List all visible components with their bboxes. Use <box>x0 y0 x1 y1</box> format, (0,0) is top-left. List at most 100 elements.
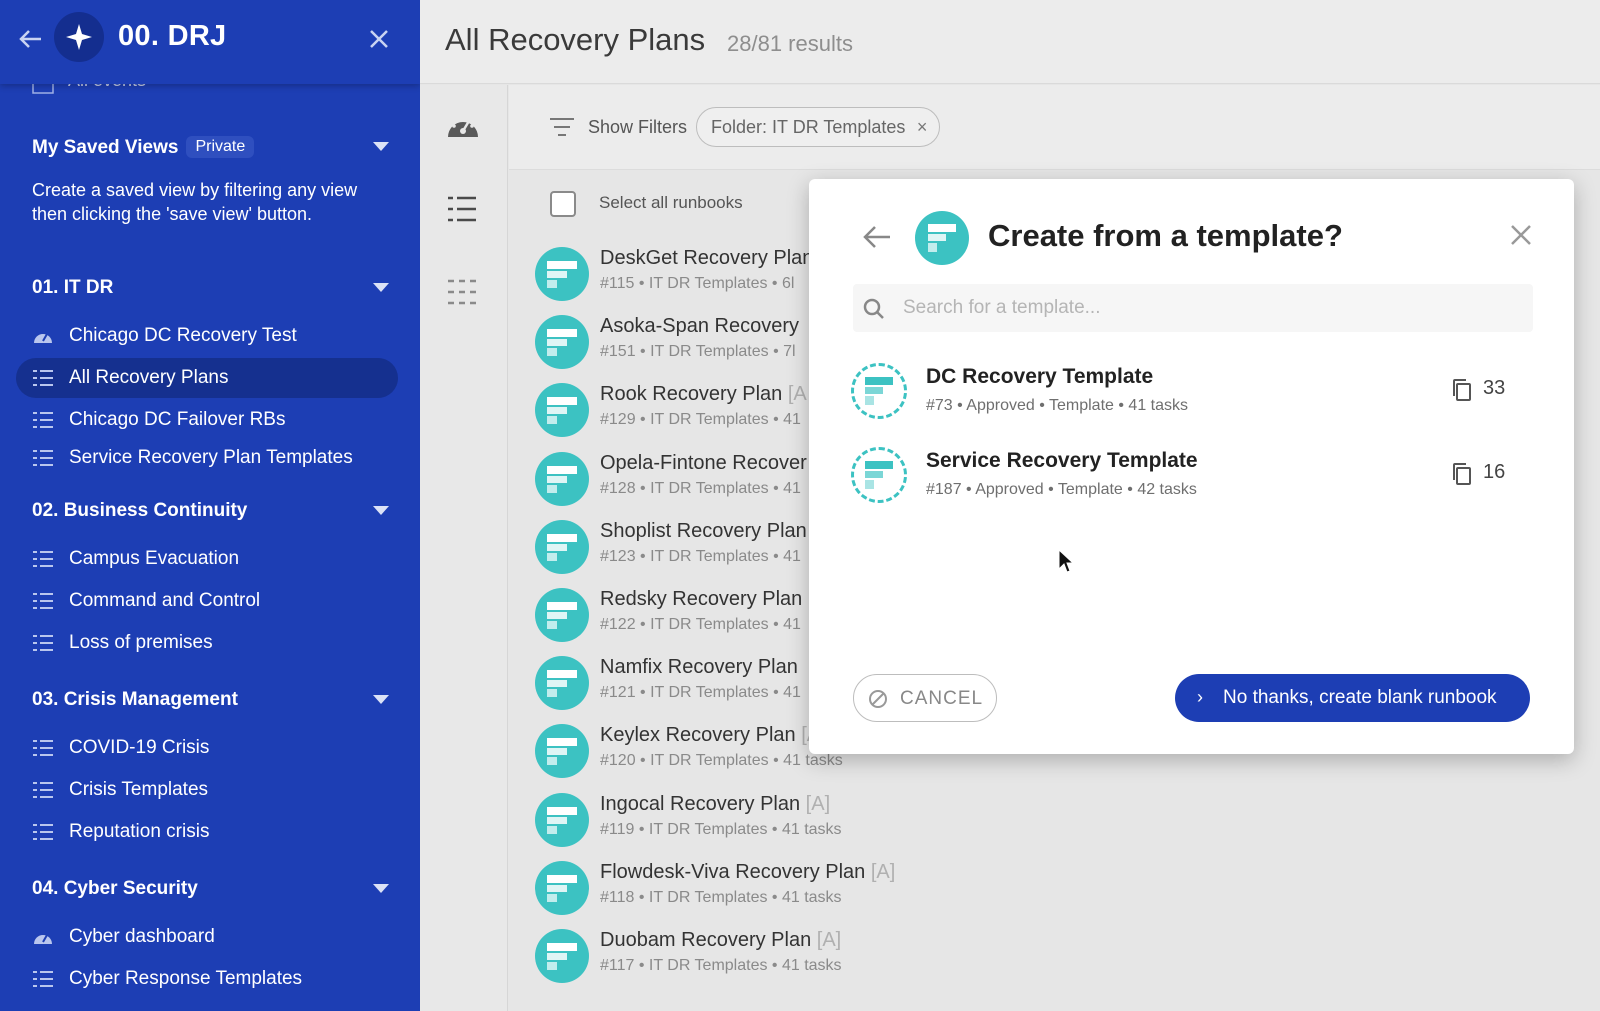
dashboard-icon <box>34 934 52 944</box>
back-arrow-icon[interactable] <box>861 221 893 253</box>
runbook-icon <box>865 377 893 405</box>
runbook-row[interactable]: Duobam Recovery Plan [A] #117 • IT DR Tem… <box>535 925 1235 991</box>
template-copy-count: 33 <box>1451 371 1521 407</box>
section-title-business-continuity[interactable]: 02. Business Continuity <box>32 500 247 522</box>
runbook-title: DeskGet Recovery Plan <box>600 247 814 269</box>
list-icon <box>33 971 53 987</box>
runbook-title: Namfix Recovery Plan <box>600 656 798 678</box>
section-title-cyber-security[interactable]: 04. Cyber Security <box>32 878 198 900</box>
create-blank-runbook-button[interactable]: › No thanks, create blank runbook <box>1175 674 1530 722</box>
compass-icon <box>66 24 92 50</box>
grid-view-icon[interactable] <box>446 276 478 308</box>
sidebar-item-all-recovery-plans[interactable]: All Recovery Plans <box>16 358 398 398</box>
view-switcher-rail <box>420 85 508 1011</box>
template-item-dc-recovery[interactable]: DC Recovery Template #73 • Approved • Te… <box>851 359 1541 431</box>
sidebar-item-loss-of-premises[interactable]: Loss of premises <box>16 623 398 663</box>
close-icon[interactable] <box>1509 223 1533 247</box>
runbook-avatar <box>535 247 589 301</box>
sidebar-item-label: Chicago DC Recovery Test <box>69 325 297 346</box>
sidebar-item-label: Service Recovery Plan Templates <box>69 447 353 468</box>
runbook-name: Redsky Recovery Plan <box>600 588 802 611</box>
runbook-avatar <box>535 861 589 915</box>
sidebar-item-cyber-response-templates[interactable]: Cyber Response Templates <box>16 959 398 999</box>
list-icon <box>33 635 53 651</box>
sidebar-item-reputation-crisis[interactable]: Reputation crisis <box>16 812 398 852</box>
chip-label: Folder: IT DR Templates <box>711 117 906 137</box>
back-arrow-icon[interactable] <box>16 24 46 54</box>
workspace-logo[interactable] <box>54 12 104 62</box>
show-filters-button[interactable]: Show Filters <box>588 117 687 138</box>
runbook-icon <box>928 224 956 252</box>
runbook-name: Opela-Fintone Recover <box>600 452 807 475</box>
section-title-crisis-management[interactable]: 03. Crisis Management <box>32 689 238 711</box>
list-view-icon[interactable] <box>446 193 478 225</box>
dashboard-view-icon[interactable] <box>446 111 480 141</box>
runbook-tag: [A] <box>870 861 896 883</box>
sidebar-header: 00. DRJ <box>0 0 420 84</box>
runbook-avatar <box>535 656 589 710</box>
sidebar-item-covid-19-crisis[interactable]: COVID-19 Crisis <box>16 728 398 768</box>
sidebar-item-chicago-dc-failover-rbs[interactable]: Chicago DC Failover RBs <box>16 400 398 440</box>
runbook-name: Asoka-Span Recovery <box>600 315 799 338</box>
chevron-down-icon[interactable] <box>373 884 389 893</box>
runbook-title: Shoplist Recovery Plan <box>600 520 807 542</box>
runbook-meta: #128 • IT DR Templates • 41 <box>600 480 801 497</box>
select-all-checkbox[interactable] <box>550 191 576 217</box>
list-icon <box>33 370 53 386</box>
sidebar-item-cyber-dashboard[interactable]: Cyber dashboard <box>16 917 398 957</box>
chevron-down-icon[interactable] <box>373 283 389 292</box>
chevron-down-icon[interactable] <box>373 695 389 704</box>
runbook-row[interactable]: Ingocal Recovery Plan [A] #119 • IT DR Te… <box>535 789 1235 855</box>
runbook-row[interactable]: Flowdesk-Viva Recovery Plan [A] #118 • IT… <box>535 857 1235 923</box>
list-icon <box>33 740 53 756</box>
private-badge: Private <box>186 136 255 158</box>
select-all-label: Select all runbooks <box>599 193 743 212</box>
runbook-avatar <box>535 793 589 847</box>
runbook-icon <box>547 943 577 970</box>
chevron-right-icon: › <box>1197 687 1203 707</box>
runbook-icon <box>547 738 577 765</box>
folder-filter-chip[interactable]: Folder: IT DR Templates × <box>696 107 941 147</box>
list-icon <box>33 412 53 428</box>
sidebar-item-label: Command and Control <box>69 590 261 611</box>
runbook-name: Duobam Recovery Plan [A] <box>600 929 841 952</box>
template-meta: #73 • Approved • Template • 41 tasks <box>926 397 1188 414</box>
sidebar-item-chicago-dc-recovery-test[interactable]: Chicago DC Recovery Test <box>16 316 398 356</box>
runbook-name: Rook Recovery Plan [A <box>600 383 807 406</box>
template-name: DC Recovery Template <box>926 365 1154 388</box>
filter-icon[interactable] <box>549 116 575 138</box>
runbook-title: Redsky Recovery Plan <box>600 588 803 610</box>
cancel-button[interactable]: CANCEL <box>853 674 997 722</box>
sidebar-item-service-recovery-plan-templates[interactable]: Service Recovery Plan Templates <box>16 438 398 478</box>
sidebar-item-campus-evacuation[interactable]: Campus Evacuation <box>16 539 398 579</box>
search-icon <box>863 298 884 319</box>
chevron-down-icon[interactable] <box>373 142 389 151</box>
sidebar-item-label: Crisis Templates <box>69 779 209 800</box>
runbook-tag: [A] <box>816 929 842 951</box>
filter-bar: Show Filters Folder: IT DR Templates × <box>509 85 1600 170</box>
runbook-icon <box>547 875 577 902</box>
template-avatar <box>851 363 907 419</box>
mouse-cursor-icon <box>1058 549 1074 573</box>
sidebar: 00. DRJ All events My Saved ViewsPrivate… <box>0 0 420 1011</box>
remove-filter-icon[interactable]: × <box>917 108 928 146</box>
chevron-down-icon[interactable] <box>373 506 389 515</box>
dialog-title: Create from a template? <box>988 218 1343 253</box>
sidebar-item-crisis-templates[interactable]: Crisis Templates <box>16 770 398 810</box>
cancel-icon <box>869 690 887 708</box>
sidebar-item-command-and-control[interactable]: Command and Control <box>16 581 398 621</box>
sidebar-item-label: Campus Evacuation <box>69 548 240 569</box>
close-icon[interactable] <box>366 26 392 52</box>
runbook-template-icon <box>915 211 969 265</box>
template-item-service-recovery[interactable]: Service Recovery Template #187 • Approve… <box>851 443 1541 515</box>
runbook-name: DeskGet Recovery Plan <box>600 247 813 270</box>
runbook-tag: [A] <box>805 793 831 815</box>
create-from-template-dialog: Create from a template? DC Recovery Temp… <box>809 179 1574 754</box>
template-search <box>853 284 1533 332</box>
copy-icon <box>1453 463 1471 485</box>
section-title-it-dr[interactable]: 01. IT DR <box>32 277 113 299</box>
workspace-title: 00. DRJ <box>118 20 227 52</box>
cancel-label: CANCEL <box>900 688 984 709</box>
template-search-input[interactable] <box>903 290 1503 326</box>
runbook-icon <box>547 602 577 629</box>
